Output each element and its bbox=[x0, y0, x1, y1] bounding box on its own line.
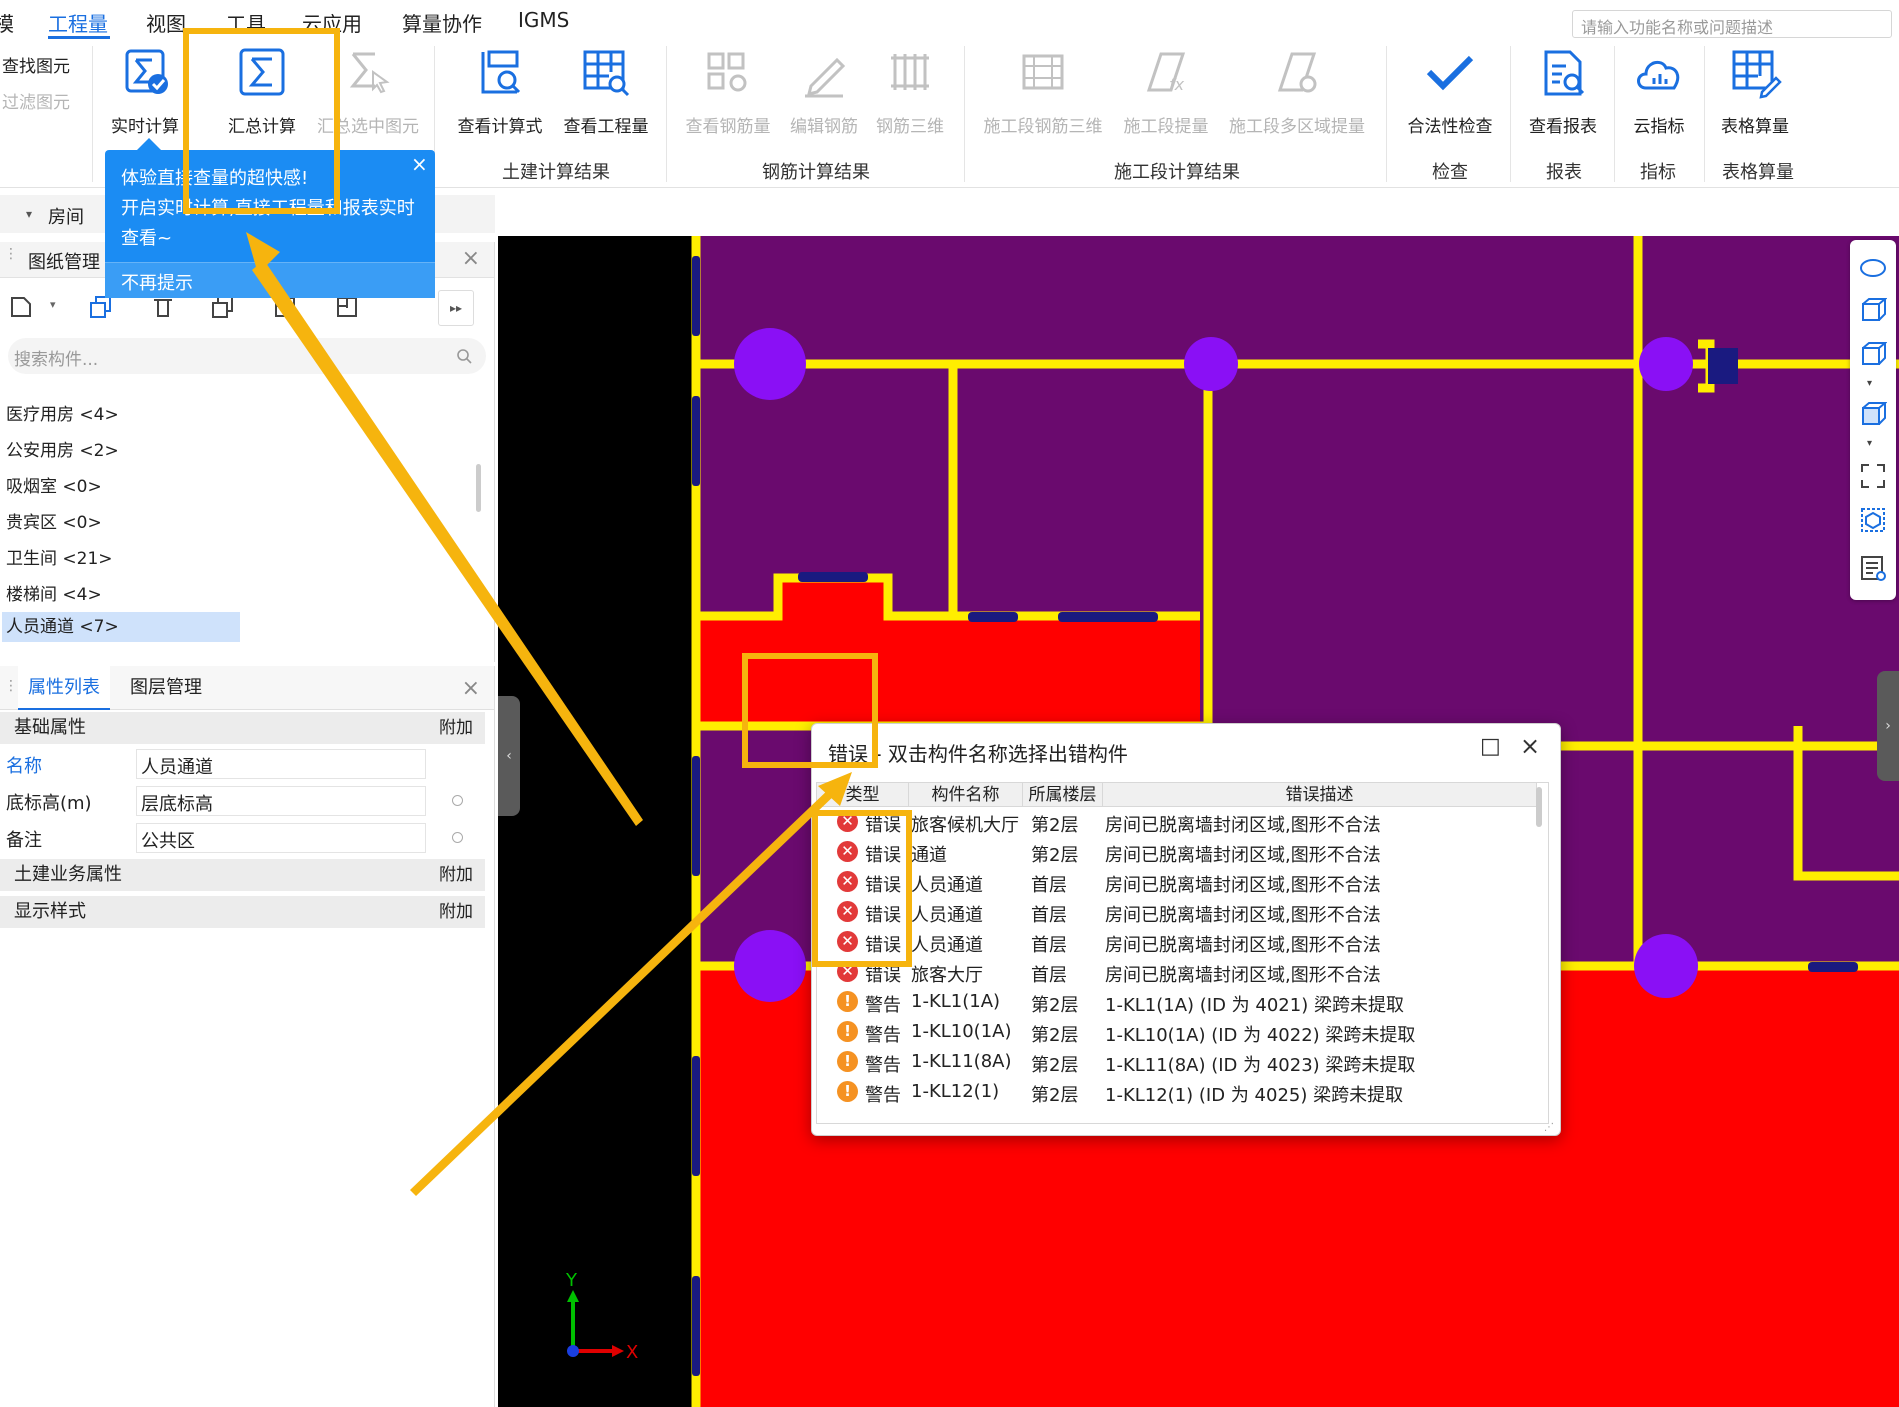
annotation-arrows bbox=[246, 232, 852, 1196]
